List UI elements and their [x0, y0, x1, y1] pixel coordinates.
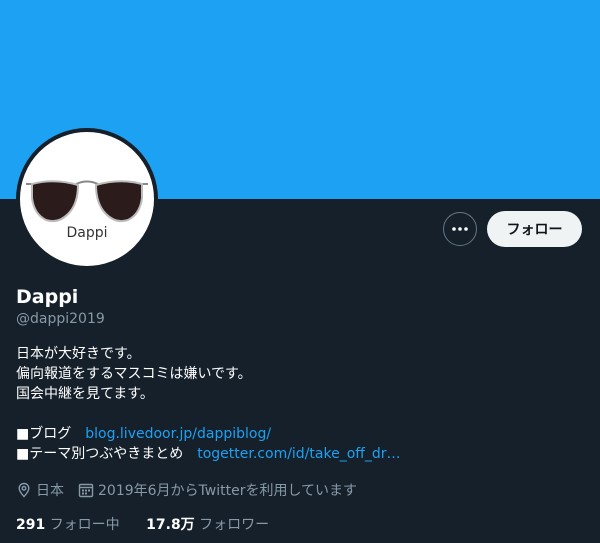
togetter-link[interactable]: togetter.com/id/take_off_dr… [197, 446, 400, 462]
followers-label: フォロワー [199, 517, 270, 533]
more-dots-icon [452, 227, 468, 231]
profile-avatar[interactable]: Dappi [16, 128, 158, 270]
calendar-icon [78, 482, 94, 498]
sunglasses-logo-icon [26, 180, 148, 223]
profile-stats: 291 フォロー中 17.8万 フォロワー [16, 514, 291, 534]
following-stat[interactable]: 291 フォロー中 [16, 517, 124, 533]
bio-link-row: ■ブログ blog.livedoor.jp/dappiblog/ [16, 424, 401, 444]
more-options-button[interactable] [443, 212, 477, 246]
profile-location: 日本 [36, 483, 64, 499]
bio-line: 日本が大好きです。 [16, 346, 141, 362]
following-label: フォロー中 [49, 517, 120, 533]
profile-meta: 日本 2019年6月からTwitterを利用しています [16, 480, 357, 500]
blog-link[interactable]: blog.livedoor.jp/dappiblog/ [85, 426, 271, 442]
followers-count: 17.8万 [146, 517, 195, 533]
profile-bio: 日本が大好きです。 偏向報道をするマスコミは嫌いです。 国会中継を見てます。 ■… [16, 344, 401, 464]
profile-handle: @dappi2019 [16, 311, 105, 327]
location-pin-icon [16, 482, 32, 498]
bio-line: 偏向報道をするマスコミは嫌いです。 [16, 366, 252, 382]
avatar-label: Dappi [66, 225, 108, 241]
blog-link-label: ■ブログ [16, 426, 72, 442]
profile-name: Dappi [16, 286, 79, 308]
togetter-link-label: ■テーマ別つぶやきまとめ [16, 446, 184, 462]
bio-link-row: ■テーマ別つぶやきまとめ togetter.com/id/take_off_dr… [16, 444, 401, 464]
followers-stat[interactable]: 17.8万 フォロワー [146, 517, 269, 533]
follow-button[interactable]: フォロー [487, 211, 582, 247]
profile-joined: 2019年6月からTwitterを利用しています [98, 483, 358, 499]
following-count: 291 [16, 517, 46, 533]
bio-spacer [16, 404, 401, 424]
bio-line: 国会中継を見てます。 [16, 386, 154, 402]
